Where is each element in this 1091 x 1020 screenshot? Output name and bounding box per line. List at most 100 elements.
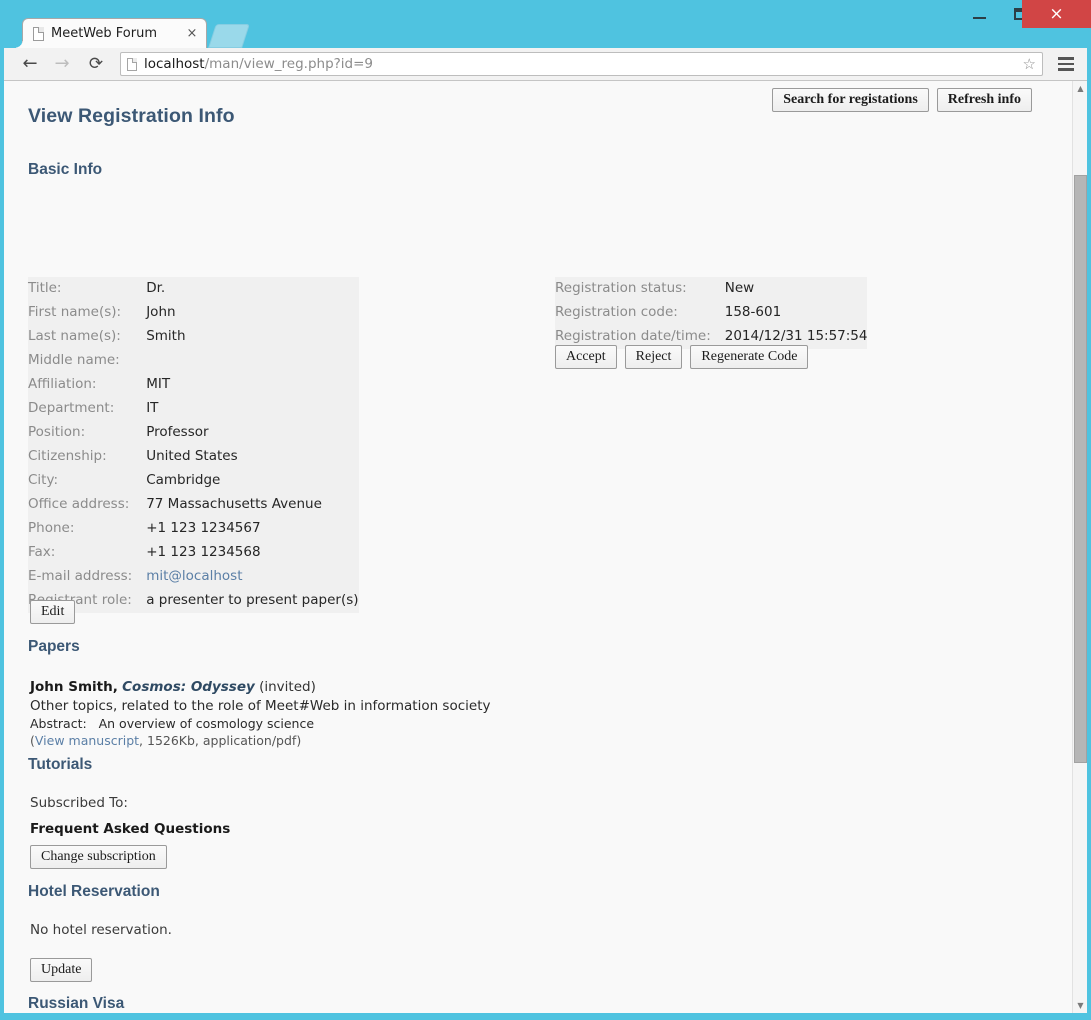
tab-title: MeetWeb Forum <box>51 26 184 41</box>
paper-manuscript-line: (View manuscript, 1526Kb, application/pd… <box>30 732 490 749</box>
accept-button[interactable]: Accept <box>555 345 617 369</box>
page-title: View Registration Info <box>28 105 235 128</box>
basic-info-value: +1 123 1234568 <box>146 541 358 565</box>
basic-info-label: Last name(s): <box>28 325 146 349</box>
page-content: Search for registations Refresh info Vie… <box>4 81 1072 1013</box>
browser-toolbar: ← → ⟳ localhost/man/view_reg.php?id=9 ☆ <box>4 48 1087 81</box>
basic-info-label: Position: <box>28 421 146 445</box>
scroll-down-icon[interactable]: ▼ <box>1073 998 1087 1013</box>
basic-info-label: First name(s): <box>28 301 146 325</box>
section-heading-hotel-reservation: Hotel Reservation <box>28 883 160 901</box>
paper-heading-line: John Smith, Cosmos: Odyssey (invited) <box>30 677 490 697</box>
paper-author: John Smith, <box>30 679 118 695</box>
vertical-scrollbar[interactable]: ▲ ▼ <box>1072 81 1087 1013</box>
basic-info-row: Last name(s):Smith <box>28 325 359 349</box>
reject-button[interactable]: Reject <box>625 345 683 369</box>
regenerate-code-button[interactable]: Regenerate Code <box>690 345 808 369</box>
page-viewport: Search for registations Refresh info Vie… <box>4 81 1087 1013</box>
basic-info-label: E-mail address: <box>28 565 146 589</box>
paper-invited-flag: (invited) <box>259 679 316 695</box>
change-subscription-button[interactable]: Change subscription <box>30 845 167 869</box>
hotel-reservation-status: No hotel reservation. <box>30 922 172 938</box>
address-bar[interactable]: localhost/man/view_reg.php?id=9 ☆ <box>120 52 1043 76</box>
section-heading-papers: Papers <box>28 638 80 656</box>
paper-entry: John Smith, Cosmos: Odyssey (invited) Ot… <box>30 677 490 749</box>
view-manuscript-link[interactable]: View manuscript <box>35 733 139 748</box>
basic-info-row: Registrant role:a presenter to present p… <box>28 589 359 613</box>
registration-value: New <box>725 277 868 301</box>
registration-label: Registration status: <box>555 277 725 301</box>
tab-close-icon[interactable]: × <box>184 26 200 42</box>
page-favicon-icon <box>33 27 44 41</box>
basic-info-value: Dr. <box>146 277 358 301</box>
basic-info-label: Citizenship: <box>28 445 146 469</box>
basic-info-label: Phone: <box>28 517 146 541</box>
section-heading-basic-info: Basic Info <box>28 161 102 179</box>
scrollbar-thumb[interactable] <box>1074 175 1087 763</box>
hamburger-menu-icon[interactable] <box>1051 53 1081 75</box>
basic-info-row: Position:Professor <box>28 421 359 445</box>
registration-info-table: Registration status:NewRegistration code… <box>555 277 867 349</box>
basic-info-value <box>146 349 358 373</box>
basic-info-value: IT <box>146 397 358 421</box>
basic-info-row: Title:Dr. <box>28 277 359 301</box>
paper-title: Cosmos: Odyssey <box>122 679 255 695</box>
basic-info-value: +1 123 1234567 <box>146 517 358 541</box>
basic-info-value[interactable]: mit@localhost <box>146 565 358 589</box>
hotel-update-button[interactable]: Update <box>30 958 92 982</box>
basic-info-value: Professor <box>146 421 358 445</box>
basic-info-row: First name(s):John <box>28 301 359 325</box>
paper-abstract-label: Abstract: <box>30 716 87 731</box>
search-for-registrations-button[interactable]: Search for registations <box>772 88 929 112</box>
registration-row: Registration status:New <box>555 277 867 301</box>
basic-info-label: City: <box>28 469 146 493</box>
scroll-up-icon[interactable]: ▲ <box>1073 81 1087 96</box>
page-action-buttons: Search for registations Refresh info <box>772 88 1032 112</box>
basic-info-row: Department:IT <box>28 397 359 421</box>
section-heading-russian-visa: Russian Visa <box>28 995 124 1013</box>
basic-info-row: City:Cambridge <box>28 469 359 493</box>
basic-info-row: Citizenship:United States <box>28 445 359 469</box>
basic-info-label: Affiliation: <box>28 373 146 397</box>
manuscript-meta: , 1526Kb, application/pdf) <box>139 733 301 748</box>
basic-info-label: Middle name: <box>28 349 146 373</box>
basic-info-value: a presenter to present paper(s) <box>146 589 358 613</box>
basic-info-row: Office address:77 Massachusetts Avenue <box>28 493 359 517</box>
basic-info-label: Fax: <box>28 541 146 565</box>
basic-info-label: Office address: <box>28 493 146 517</box>
forward-icon[interactable]: → <box>48 55 76 73</box>
document-icon <box>127 58 137 71</box>
basic-info-table: Title:Dr.First name(s):JohnLast name(s):… <box>28 277 359 613</box>
basic-info-row: Phone:+1 123 1234567 <box>28 517 359 541</box>
basic-info-value-link[interactable]: mit@localhost <box>146 568 242 584</box>
paper-topic: Other topics, related to the role of Mee… <box>30 697 490 715</box>
basic-info-row: Middle name: <box>28 349 359 373</box>
basic-info-value: 77 Massachusetts Avenue <box>146 493 358 517</box>
basic-info-label: Department: <box>28 397 146 421</box>
bookmark-star-icon[interactable]: ☆ <box>1023 55 1036 73</box>
reload-icon[interactable]: ⟳ <box>82 56 110 73</box>
basic-info-row: Fax:+1 123 1234568 <box>28 541 359 565</box>
registration-label: Registration code: <box>555 301 725 325</box>
basic-info-value: John <box>146 301 358 325</box>
tutorial-subscribed-name: Frequent Asked Questions <box>30 821 230 837</box>
registration-row: Registration code:158-601 <box>555 301 867 325</box>
refresh-info-button[interactable]: Refresh info <box>937 88 1032 112</box>
basic-info-value: United States <box>146 445 358 469</box>
paper-abstract-line: Abstract: An overview of cosmology scien… <box>30 715 490 732</box>
back-icon[interactable]: ← <box>16 55 44 73</box>
url-text: localhost/man/view_reg.php?id=9 <box>144 56 373 72</box>
browser-window: × MeetWeb Forum × ← → ⟳ localhost/man/vi… <box>0 0 1091 1020</box>
basic-info-row: E-mail address:mit@localhost <box>28 565 359 589</box>
basic-info-row: Affiliation:MIT <box>28 373 359 397</box>
tab-meetweb-forum[interactable]: MeetWeb Forum × <box>22 18 207 48</box>
tab-strip: MeetWeb Forum × <box>0 18 1091 48</box>
registration-value: 158-601 <box>725 301 868 325</box>
paper-abstract-text: An overview of cosmology science <box>99 716 314 731</box>
basic-info-value: Cambridge <box>146 469 358 493</box>
basic-info-value: Smith <box>146 325 358 349</box>
new-tab-button[interactable] <box>208 24 250 48</box>
basic-info-label: Title: <box>28 277 146 301</box>
basic-info-value: MIT <box>146 373 358 397</box>
basic-info-edit-button[interactable]: Edit <box>30 600 75 624</box>
